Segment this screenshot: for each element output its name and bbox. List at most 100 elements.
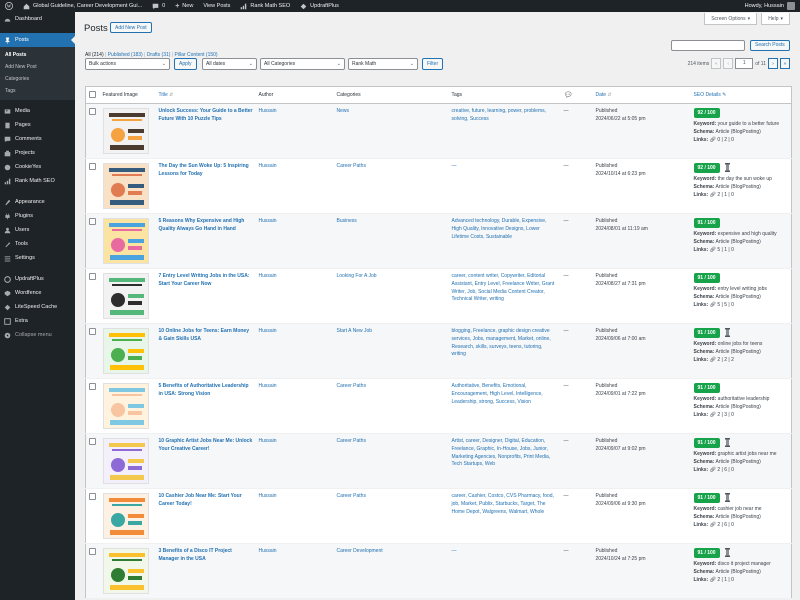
post-tags[interactable]: Artist, career, Designer, Digital, Educa… [452,438,551,467]
post-author-link[interactable]: Hussain [259,218,277,224]
post-title-link[interactable]: 10 Graphic Artist Jobs Near Me: Unlock Y… [159,438,253,454]
dates-select[interactable]: All dates ⌄ [202,58,257,70]
post-tags[interactable]: career, content writer, Copywriter, Edit… [452,273,555,302]
featured-image-thumbnail[interactable] [102,273,149,319]
post-category-link[interactable]: Business [337,218,357,224]
post-author-link[interactable]: Hussain [259,548,277,554]
site-name-link[interactable]: Global Guideline, Career Development Gui… [18,0,147,12]
help-button[interactable]: Help ▾ [761,13,790,25]
post-tags[interactable]: — [452,163,457,169]
wp-logo-button[interactable]: W [0,0,18,12]
post-tags[interactable]: creative, future, learning, power, probl… [452,108,547,122]
post-tags[interactable]: career, Cashier, Costco, CVS Pharmacy, f… [452,493,554,515]
rank-math-link[interactable]: Rank Math SEO [235,0,295,12]
view-posts-link[interactable]: View Posts [198,0,235,12]
sidebar-item-cookieyes[interactable]: CookieYes [0,160,75,174]
search-input[interactable] [671,40,745,51]
post-category-link[interactable]: Career Paths [337,493,366,499]
current-page-input[interactable]: 1 [735,58,754,69]
featured-image-thumbnail[interactable] [102,438,149,484]
featured-image-thumbnail[interactable] [102,328,149,374]
sidebar-item-projects[interactable]: Projects [0,146,75,160]
row-checkbox[interactable] [89,108,96,115]
col-date[interactable]: Date ⇵ [592,86,691,104]
sidebar-item-dashboard[interactable]: Dashboard [0,12,75,26]
post-author-link[interactable]: Hussain [259,108,277,114]
new-content-link[interactable]: + New [170,0,198,12]
post-title-link[interactable]: 10 Cashier Job Near Me: Start Your Caree… [159,493,253,509]
sidebar-item-litespeed[interactable]: LiteSpeed Cache [0,300,75,314]
sidebar-item-rank-math[interactable]: Rank Math SEO [0,174,75,188]
col-date-label[interactable]: Date [596,92,607,98]
featured-image-thumbnail[interactable] [102,218,149,264]
sidebar-item-plugins[interactable]: Plugins [0,209,75,223]
post-title-link[interactable]: Unlock Success: Your Guide to a Better F… [159,108,253,124]
edit-icon[interactable]: ✎ [722,92,726,98]
row-checkbox[interactable] [89,438,96,445]
comments-link[interactable]: 0 [147,0,170,12]
submenu-all-posts[interactable]: All Posts [0,49,75,61]
post-category-link[interactable]: Career Development [337,548,383,554]
sidebar-item-media[interactable]: Media [0,104,75,118]
post-author-link[interactable]: Hussain [259,438,277,444]
next-page-button[interactable]: › [768,58,778,69]
select-all-checkbox[interactable] [89,90,96,98]
row-checkbox[interactable] [89,328,96,335]
submenu-add-new-post[interactable]: Add New Post [0,61,75,73]
row-checkbox[interactable] [89,273,96,280]
sidebar-item-users[interactable]: Users [0,223,75,237]
post-title-link[interactable]: 10 Online Jobs for Teens: Earn Money & G… [159,328,253,344]
col-seo-label[interactable]: SEO Details [694,92,721,98]
row-checkbox[interactable] [89,493,96,500]
post-title-link[interactable]: 5 Benefits of Authoritative Leadership i… [159,383,253,399]
screen-options-button[interactable]: Screen Options ▾ [704,13,758,25]
sidebar-item-tools[interactable]: Tools [0,237,75,251]
post-category-link[interactable]: Start A New Job [337,328,373,334]
sidebar-item-settings[interactable]: Settings [0,251,75,265]
sidebar-item-pages[interactable]: Pages [0,118,75,132]
featured-image-thumbnail[interactable] [102,383,149,429]
post-title-link[interactable]: 7 Entry Level Writing Jobs in the USA: S… [159,273,253,289]
sidebar-item-posts[interactable]: Posts [0,33,75,47]
post-author-link[interactable]: Hussain [259,493,277,499]
apply-button[interactable]: Apply [174,58,197,70]
featured-image-thumbnail[interactable] [102,493,149,539]
submenu-categories[interactable]: Categories [0,73,75,85]
post-tags[interactable]: — [452,548,457,554]
add-new-post-button[interactable]: Add New Post [110,22,152,33]
row-checkbox[interactable] [89,218,96,225]
post-category-link[interactable]: News [337,108,350,114]
post-author-link[interactable]: Hussain [259,383,277,389]
post-category-link[interactable]: Career Paths [337,163,366,169]
bulk-actions-select[interactable]: Bulk actions ⌄ [85,58,170,70]
row-checkbox[interactable] [89,548,96,555]
rank-math-select[interactable]: Rank Math ⌄ [348,58,418,70]
col-comments[interactable]: 💬︎ [560,86,593,104]
featured-image-thumbnail[interactable] [102,108,149,154]
sidebar-item-wordfence[interactable]: Wordfence [0,286,75,300]
sidebar-item-appearance[interactable]: Appearance [0,195,75,209]
row-checkbox[interactable] [89,163,96,170]
post-title-link[interactable]: 5 Reasons Why Expensive and High Quality… [159,218,253,234]
row-checkbox[interactable] [89,383,96,390]
post-author-link[interactable]: Hussain [259,328,277,334]
post-title-link[interactable]: 3 Benefits of a Disco IT Project Manager… [159,548,253,564]
post-title-link[interactable]: The Day the Sun Woke Up: 5 Inspiring Les… [159,163,253,179]
post-tags[interactable]: Authoritative, Benefits, Emotional, Enco… [452,383,543,405]
collapse-menu-button[interactable]: Collapse menu [0,328,75,342]
featured-image-thumbnail[interactable] [102,548,149,594]
updraft-link[interactable]: UpdraftPlus [295,0,344,12]
post-author-link[interactable]: Hussain [259,273,277,279]
search-posts-button[interactable]: Search Posts [750,40,790,51]
first-page-button[interactable]: « [711,58,722,69]
prev-page-button[interactable]: ‹ [723,58,734,69]
post-tags[interactable]: blogging, Freelance, graphic design crea… [452,328,551,357]
sidebar-item-extra[interactable]: Extra [0,314,75,328]
account-menu[interactable]: Howdy, Hussain [740,0,800,12]
post-tags[interactable]: Advanced technology, Durable, Expensive,… [452,218,547,240]
post-author-link[interactable]: Hussain [259,163,277,169]
filter-button[interactable]: Filter [422,58,444,70]
featured-image-thumbnail[interactable] [102,163,149,209]
categories-select[interactable]: All Categories ⌄ [260,58,345,70]
last-page-button[interactable]: » [780,58,790,69]
